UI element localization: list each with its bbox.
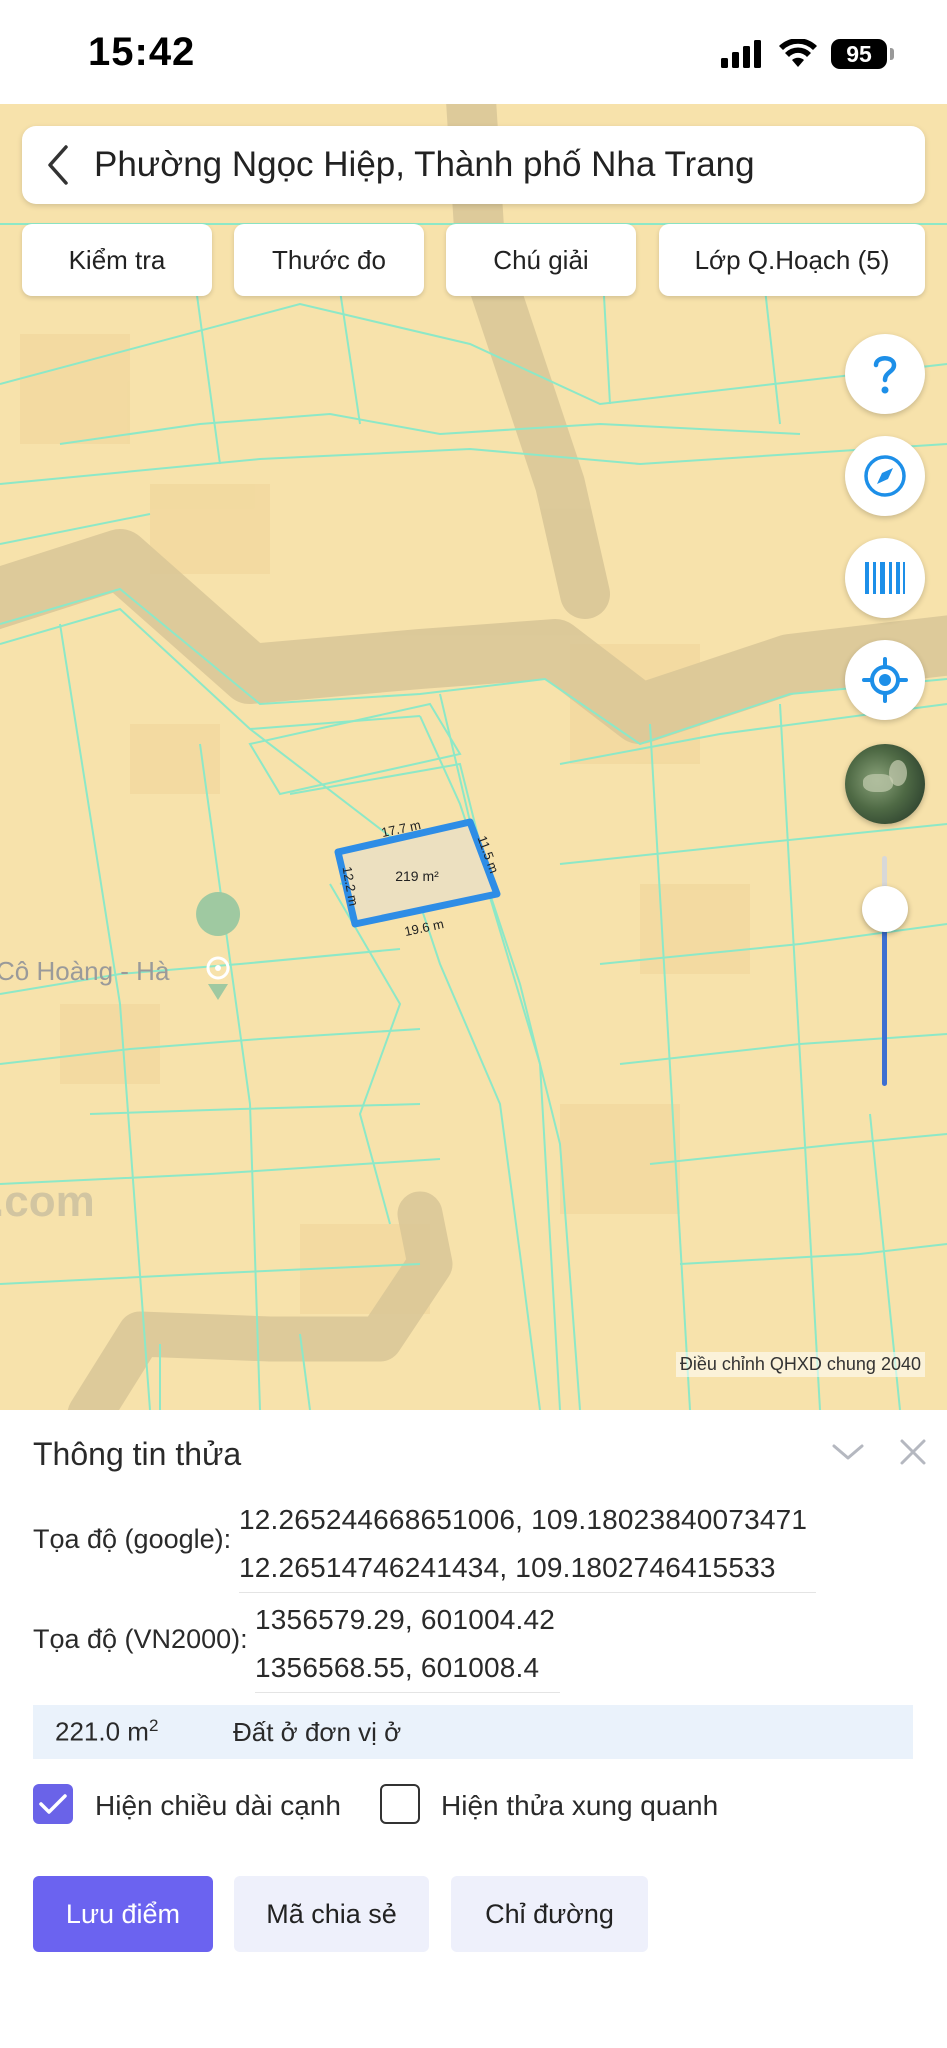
google-coords-label: Tọa độ (google): <box>33 1524 232 1554</box>
parcel-area: 221.0 m2 <box>55 1716 158 1748</box>
parcel-area-unit-exponent: 2 <box>148 1716 159 1736</box>
vn2000-coord-2: 1356568.55, 601008.4 <box>255 1652 540 1683</box>
crosshair-location-icon <box>862 657 908 703</box>
cellular-signal-icon <box>721 40 761 68</box>
map-canvas[interactable]: 17.7 m 11.5 m 19.6 m 12.2 m 219 m² Cô Ho… <box>0 104 947 1410</box>
legend-button[interactable]: Chú giải <box>446 224 636 296</box>
zoom-slider-thumb[interactable] <box>862 886 908 932</box>
parcel-area-label: 219 m² <box>395 868 439 884</box>
show-edge-lengths-checkbox[interactable] <box>33 1784 73 1824</box>
collapse-button[interactable] <box>828 1432 868 1472</box>
panel-title: Thông tin thửa <box>33 1436 242 1472</box>
zoom-slider-fill <box>882 906 887 1086</box>
question-icon <box>873 356 897 394</box>
compass-button[interactable] <box>845 436 925 516</box>
google-coord-2: 12.26514746241434, 109.1802746415533 <box>239 1552 776 1583</box>
battery-indicator: 95 <box>831 39 894 69</box>
ruler-button[interactable]: Thước đo <box>234 224 424 296</box>
map-view[interactable]: 17.7 m 11.5 m 19.6 m 12.2 m 219 m² Cô Ho… <box>0 104 947 1410</box>
parcel-info-panel: Thông tin thửa Tọa độ (google): 12.26524… <box>0 1410 947 2048</box>
google-coord-1: 12.265244668651006, 109.18023840073471 <box>239 1504 808 1535</box>
show-edge-lengths-label[interactable]: Hiện chiều dài cạnh <box>95 1790 341 1822</box>
parcel-area-value: 221.0 m <box>55 1716 149 1747</box>
land-use-type: Đất ở đơn vị ở <box>233 1716 402 1747</box>
status-time: 15:42 <box>88 30 196 74</box>
vn2000-coords-label: Tọa độ (VN2000): <box>33 1624 248 1654</box>
barcode-button[interactable] <box>845 538 925 618</box>
compass-icon <box>864 455 906 497</box>
status-bar: 15:42 95 <box>0 0 947 104</box>
save-point-button[interactable]: Lưu điểm <box>33 1876 213 1952</box>
chevron-down-icon <box>832 1444 864 1460</box>
location-header: Phường Ngọc Hiệp, Thành phố Nha Trang <box>22 126 925 204</box>
show-neighbors-label[interactable]: Hiện thửa xung quanh <box>441 1790 718 1822</box>
wifi-icon <box>779 39 817 67</box>
map-watermark: .com <box>0 1177 95 1226</box>
divider <box>239 1592 816 1593</box>
location-title: Phường Ngọc Hiệp, Thành phố Nha Trang <box>94 145 755 184</box>
my-location-button[interactable] <box>845 640 925 720</box>
help-button[interactable] <box>845 334 925 414</box>
show-neighbors-checkbox[interactable] <box>380 1784 420 1824</box>
check-button[interactable]: Kiểm tra <box>22 224 212 296</box>
barcode-icon <box>865 562 905 594</box>
close-icon <box>900 1439 926 1465</box>
satellite-layer-button[interactable] <box>845 744 925 824</box>
directions-button[interactable]: Chỉ đường <box>451 1876 648 1952</box>
back-button[interactable] <box>22 126 94 204</box>
checkmark-icon <box>39 1794 67 1814</box>
chevron-left-icon <box>48 145 68 185</box>
close-button[interactable] <box>893 1432 933 1472</box>
share-code-button[interactable]: Mã chia sẻ <box>234 1876 429 1952</box>
vn2000-coord-1: 1356579.29, 601004.42 <box>255 1604 556 1635</box>
map-attribution: Điều chỉnh QHXD chung 2040 <box>675 1352 925 1377</box>
status-icons: 95 <box>721 36 894 72</box>
divider <box>255 1692 560 1693</box>
map-toolbar: Kiểm tra Thước đo Chú giải Lớp Q.Hoạch (… <box>22 224 925 296</box>
planning-layers-button[interactable]: Lớp Q.Hoạch (5) <box>659 224 925 296</box>
poi-label: Cô Hoàng - Hà <box>0 956 170 986</box>
area-row: 221.0 m2 Đất ở đơn vị ở <box>33 1705 913 1759</box>
